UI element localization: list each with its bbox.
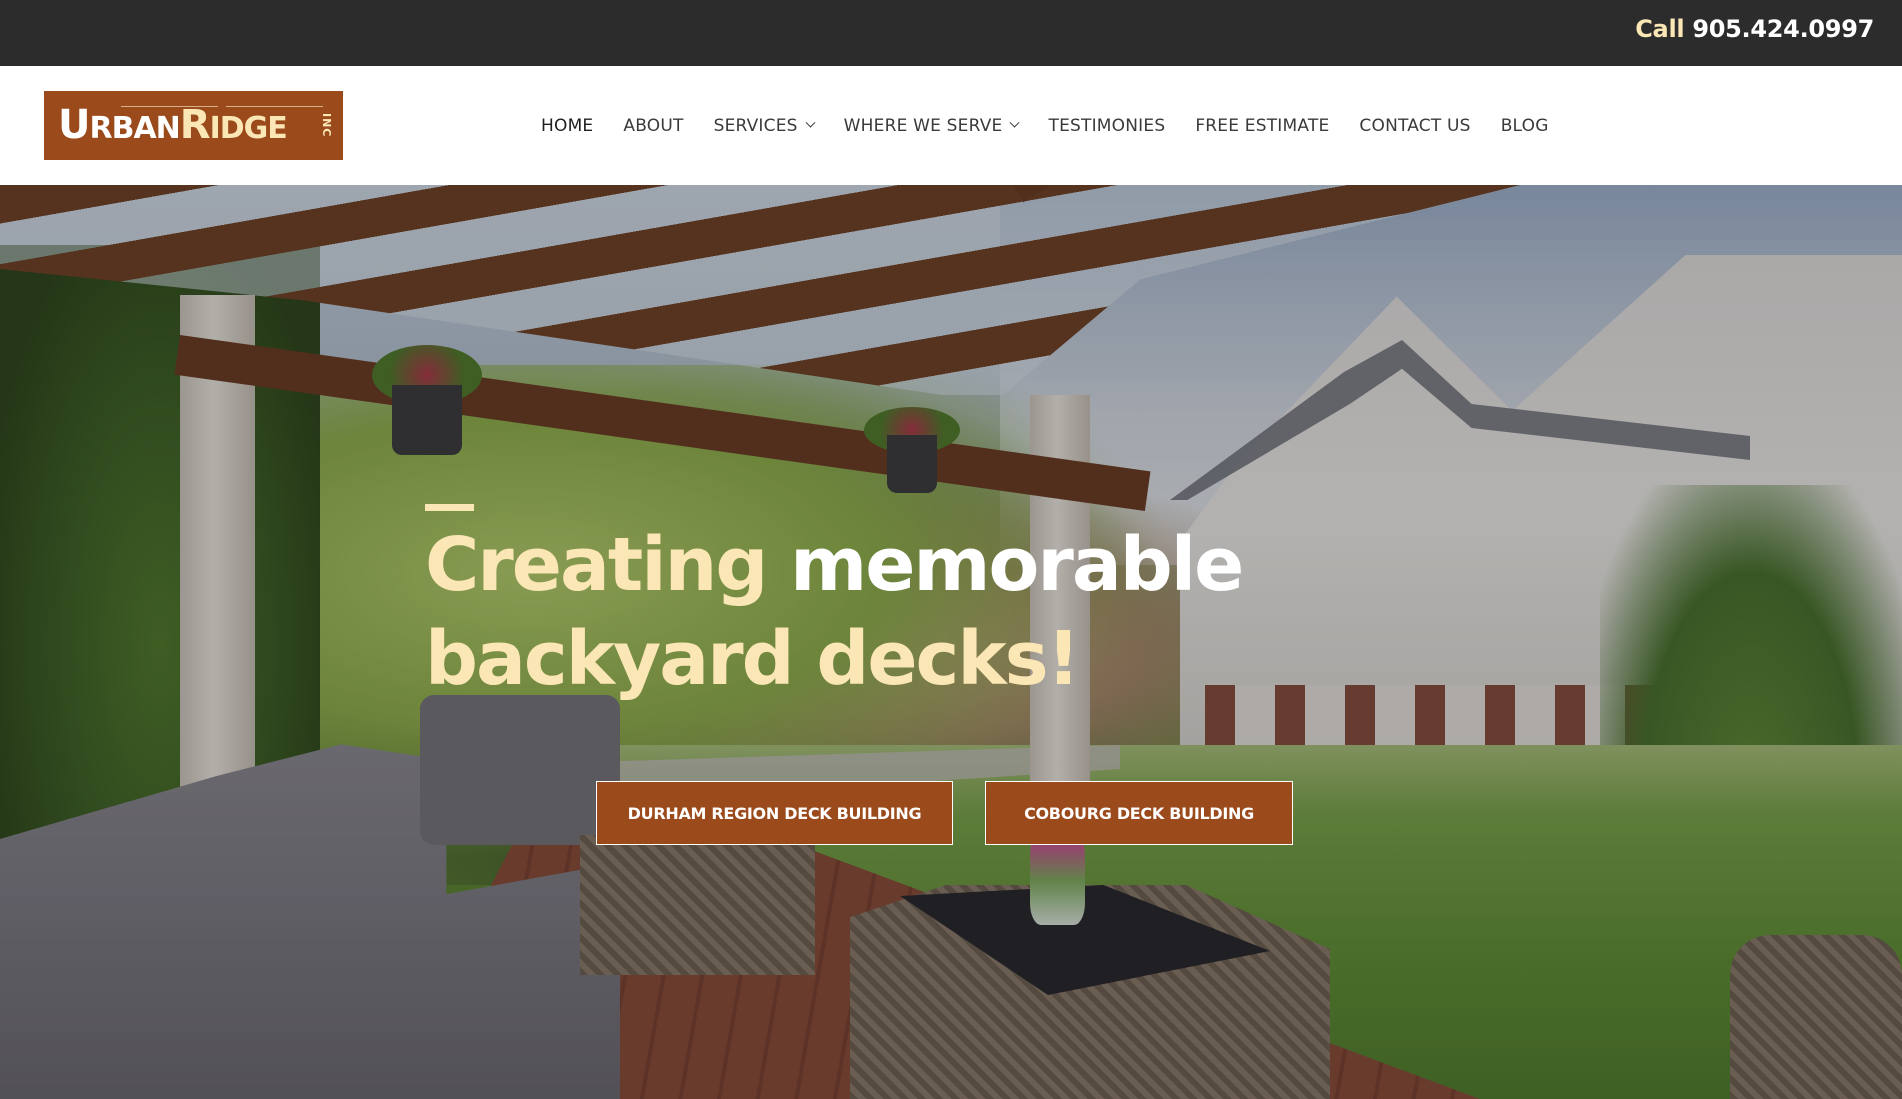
call-phone-link[interactable]: Call 905.424.0997 [1635, 15, 1874, 43]
top-bar: Call 905.424.0997 [0, 0, 1902, 66]
nav-testimonies[interactable]: TESTIMONIES [1048, 66, 1165, 185]
hero-section: Creating memorable backyard decks! DURHA… [0, 185, 1902, 1099]
nav-free-estimate[interactable]: FREE ESTIMATE [1195, 66, 1329, 185]
logo-text-urban: RBAN [89, 111, 180, 146]
hero-heading-highlight: Creating [425, 522, 768, 608]
phone-number: 905.424.0997 [1692, 15, 1874, 43]
cobourg-deck-building-button[interactable]: COBOURG DECK BUILDING [985, 781, 1293, 845]
hero-heading: Creating memorable backyard decks! [425, 518, 1425, 706]
nav-home-label: HOME [541, 115, 594, 136]
nav-where-we-serve[interactable]: WHERE WE SERVE [843, 66, 1020, 185]
cobourg-button-label: COBOURG DECK BUILDING [1024, 803, 1254, 823]
logo-text-ridge: IDGE [209, 111, 288, 146]
nav-about[interactable]: ABOUT [623, 66, 683, 185]
call-label: Call [1635, 15, 1685, 43]
nav-services[interactable]: SERVICES [713, 66, 816, 185]
nav-about-label: ABOUT [623, 115, 684, 136]
nav-where-we-serve-label: WHERE WE SERVE [843, 115, 1003, 136]
nav-blog-label: BLOG [1500, 115, 1549, 136]
nav-home[interactable]: HOME [541, 66, 593, 185]
nav-free-estimate-label: FREE ESTIMATE [1195, 115, 1330, 136]
chevron-down-icon [805, 117, 816, 128]
nav-services-label: SERVICES [713, 115, 798, 136]
logo-wordmark: URBANRIDGE [58, 102, 288, 148]
heading-accent-line [425, 504, 474, 511]
nav-blog[interactable]: BLOG [1501, 66, 1549, 185]
logo-inc: INC [320, 113, 333, 138]
logo-initial-u: U [58, 102, 91, 148]
urbanridge-logo[interactable]: URBANRIDGE INC [44, 91, 343, 160]
hero-heading-line2: backyard decks! [425, 616, 1080, 702]
site-header: URBANRIDGE INC HOME ABOUT SERVICES WHERE… [0, 66, 1902, 185]
hero-heading-white: memorable [790, 522, 1244, 608]
logo-initial-r: R [179, 102, 211, 148]
nav-contact-us[interactable]: CONTACT US [1359, 66, 1470, 185]
nav-contact-us-label: CONTACT US [1359, 115, 1471, 136]
nav-testimonies-label: TESTIMONIES [1048, 115, 1166, 136]
durham-button-label: DURHAM REGION DECK BUILDING [627, 803, 922, 823]
chevron-down-icon [1010, 117, 1020, 128]
main-nav: HOME ABOUT SERVICES WHERE WE SERVE TESTI… [541, 66, 1549, 185]
durham-deck-building-button[interactable]: DURHAM REGION DECK BUILDING [596, 781, 953, 845]
